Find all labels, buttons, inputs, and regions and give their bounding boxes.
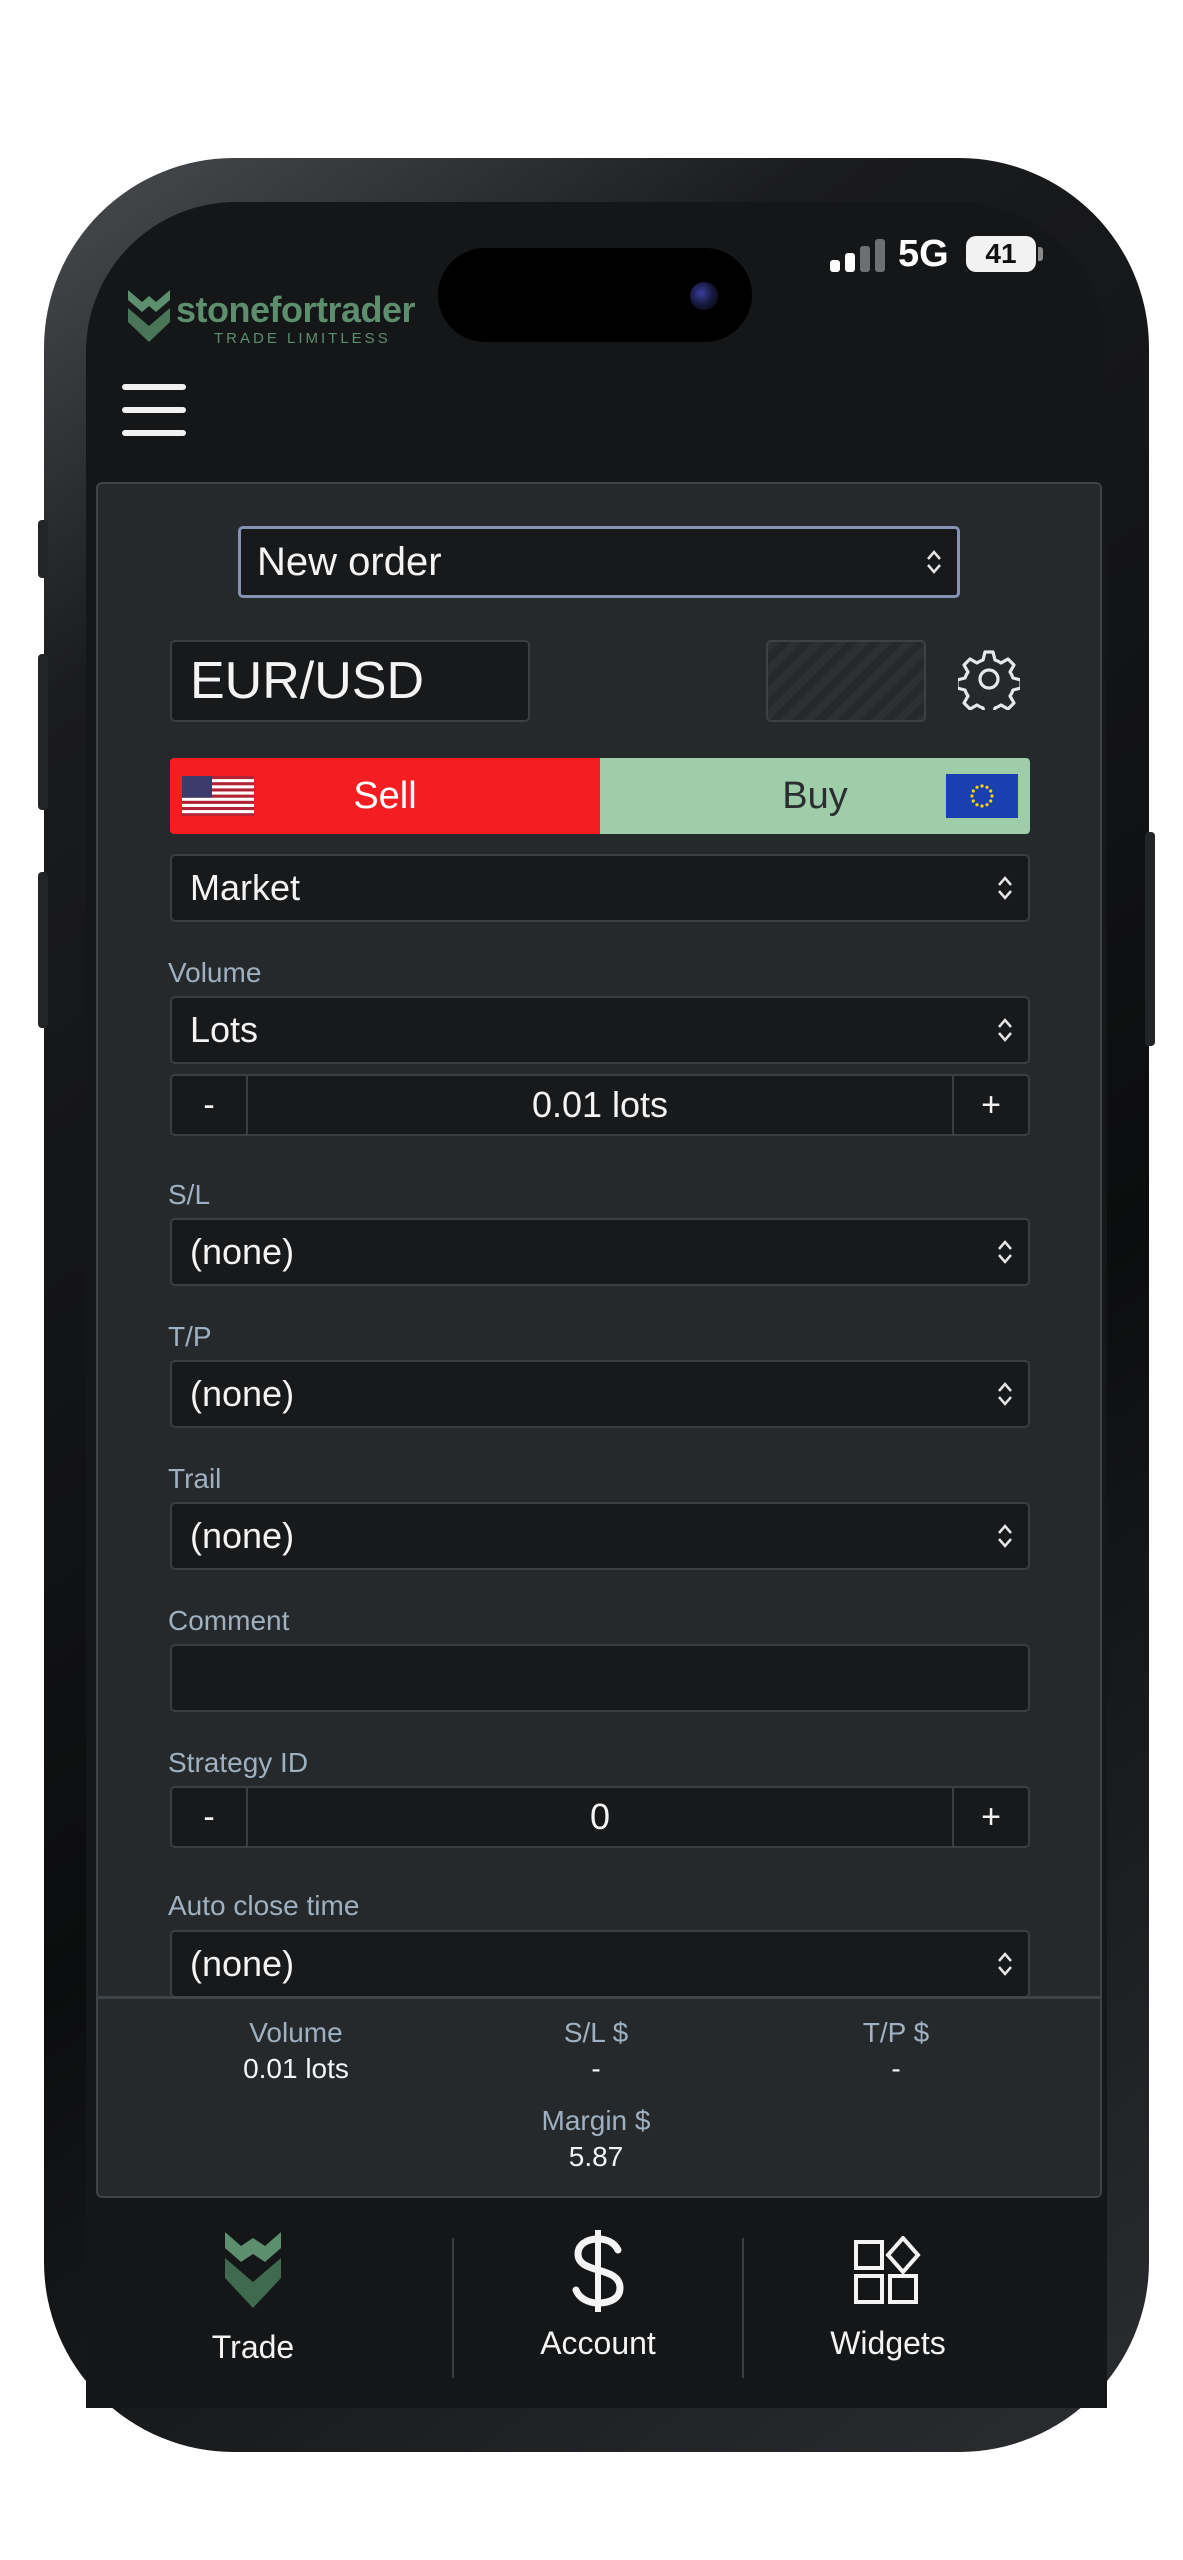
battery-tip [1038, 247, 1043, 261]
tab-widgets[interactable]: Widgets [743, 2198, 1033, 2388]
symbol-input[interactable]: EUR/USD [170, 640, 530, 722]
summary-volume-label: Volume [249, 2017, 343, 2048]
trail-value: (none) [190, 1515, 295, 1556]
chevron-updown-icon [927, 550, 941, 574]
auto-close-label: Auto close time [168, 1890, 360, 1921]
summary-margin-value: 5.87 [568, 2141, 624, 2172]
sl-label: S/L [168, 1179, 211, 1210]
chevron-updown-icon [998, 1018, 1012, 1042]
network-label: 5G [898, 233, 949, 275]
tab-account-label: Account [540, 2325, 656, 2361]
strategy-increment-button[interactable]: + [952, 1788, 1028, 1846]
strategy-decrement-button[interactable]: - [172, 1788, 248, 1846]
order-mode-select[interactable]: New order [238, 526, 960, 598]
quote-placeholder [766, 640, 926, 722]
comment-label: Comment [168, 1605, 290, 1636]
chevron-updown-icon [998, 1382, 1012, 1406]
summary-margin: Margin $ 5.87 [476, 2103, 716, 2175]
brand-tagline: TRADE LIMITLESS [214, 330, 391, 347]
summary-margin-label: Margin $ [541, 2105, 651, 2136]
buy-sell-toggle: Sell Buy [170, 758, 1030, 834]
dollar-icon [572, 2230, 624, 2312]
tab-trade-label: Trade [211, 2329, 295, 2365]
widgets-icon [854, 2236, 921, 2304]
volume-value[interactable]: 0.01 lots [248, 1076, 952, 1134]
order-mode-value: New order [257, 540, 442, 584]
summary-tp-label: T/P $ [862, 2017, 930, 2048]
chevron-updown-icon [998, 1524, 1012, 1548]
buy-button[interactable]: Buy [600, 758, 1030, 834]
auto-close-value: (none) [190, 1943, 295, 1984]
order-panel: New order EUR/USD Sell Buy Market Volume… [96, 482, 1102, 2198]
auto-close-select[interactable]: (none) [170, 1930, 1030, 1998]
phone-side-button [38, 520, 48, 578]
tab-trade[interactable]: Trade [108, 2198, 398, 2388]
strategy-id-stepper: - 0 + [170, 1786, 1030, 1848]
brand-name: stonefortrader [176, 289, 416, 330]
us-flag-icon [182, 776, 254, 816]
order-type-select[interactable]: Market [170, 854, 1030, 922]
tp-label: T/P [168, 1321, 212, 1352]
order-summary: Volume 0.01 lots S/L $ - T/P $ - Margin … [98, 1996, 1100, 2196]
brand-shield-icon [225, 2232, 281, 2308]
bottom-tab-bar: Trade Account Widgets [86, 2198, 1107, 2408]
volume-label: Volume [168, 957, 262, 988]
battery-icon: 41 [966, 236, 1036, 272]
signal-icon [830, 238, 886, 272]
sl-select[interactable]: (none) [170, 1218, 1030, 1286]
summary-volume: Volume 0.01 lots [176, 2015, 416, 2087]
front-camera [690, 282, 718, 310]
chevron-updown-icon [998, 1240, 1012, 1264]
gear-icon[interactable] [958, 648, 1020, 710]
eu-flag-icon [946, 774, 1018, 818]
summary-tp-value: - [891, 2053, 901, 2084]
summary-volume-value: 0.01 lots [243, 2053, 349, 2084]
summary-tp: T/P $ - [776, 2015, 1016, 2087]
phone-power-button [1145, 832, 1155, 1046]
summary-sl-value: - [591, 2053, 601, 2084]
phone-volume-down-button [38, 872, 48, 1028]
tab-account[interactable]: Account [453, 2198, 743, 2388]
brand-logo-icon [128, 290, 170, 342]
volume-stepper: - 0.01 lots + [170, 1074, 1030, 1136]
hamburger-menu-button[interactable] [122, 382, 188, 438]
strategy-id-value[interactable]: 0 [248, 1788, 952, 1846]
tp-select[interactable]: (none) [170, 1360, 1030, 1428]
order-type-value: Market [190, 867, 301, 908]
volume-increment-button[interactable]: + [952, 1076, 1028, 1134]
symbol-value: EUR/USD [190, 652, 425, 710]
sl-value: (none) [190, 1231, 295, 1272]
phone-volume-up-button [38, 654, 48, 810]
comment-input[interactable] [170, 1644, 1030, 1712]
phone-mockup: 5G 41 stonefortrader TRADE LIMITLESS New… [0, 0, 1183, 2560]
volume-unit-value: Lots [190, 1009, 259, 1050]
summary-sl: S/L $ - [476, 2015, 716, 2087]
strategy-id-label: Strategy ID [168, 1747, 309, 1778]
trail-label: Trail [168, 1463, 222, 1494]
trail-select[interactable]: (none) [170, 1502, 1030, 1570]
chevron-updown-icon [998, 876, 1012, 900]
chevron-updown-icon [998, 1952, 1012, 1976]
volume-unit-select[interactable]: Lots [170, 996, 1030, 1064]
tp-value: (none) [190, 1373, 295, 1414]
sell-button[interactable]: Sell [170, 758, 600, 834]
buy-label: Buy [782, 775, 848, 817]
sell-label: Sell [353, 775, 417, 817]
tab-widgets-label: Widgets [830, 2325, 946, 2361]
volume-decrement-button[interactable]: - [172, 1076, 248, 1134]
summary-sl-label: S/L $ [563, 2017, 629, 2048]
